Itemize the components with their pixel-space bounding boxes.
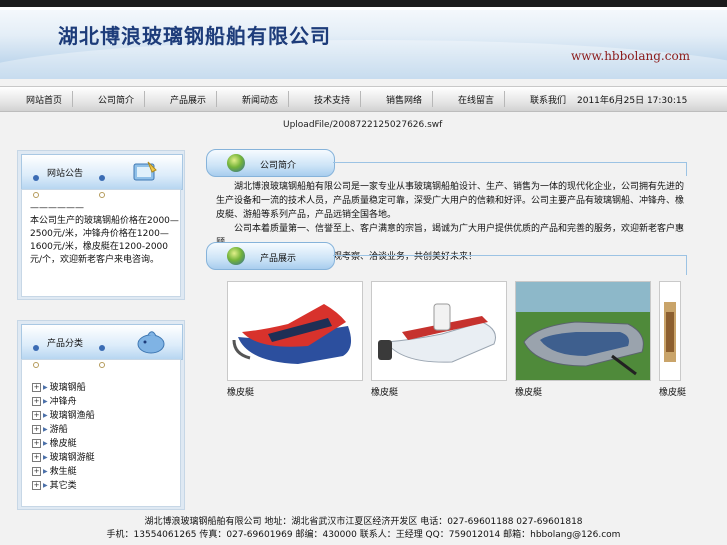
intro-header: 公司简介 (206, 149, 335, 177)
category-item[interactable]: + ▶ 游船 (32, 422, 68, 435)
intro-header-line (333, 162, 686, 163)
notice-box: 网站公告 —————— 本公司生产的玻璃钢船价格在2000—2500元/米，冲锋… (17, 150, 185, 300)
product-name[interactable]: 橡皮艇 (227, 385, 254, 398)
products-title: 产品展示 (260, 254, 297, 264)
category-knob-right (99, 345, 105, 351)
category-box-title: 产品分类 (47, 339, 84, 349)
banner-top-line (0, 0, 727, 7)
category-ring-left (33, 362, 39, 368)
nav-separator (432, 91, 433, 107)
nav-separator (288, 91, 289, 107)
arrow-icon: ▶ (43, 454, 48, 461)
notice-box-header: 网站公告 (21, 154, 183, 190)
category-box-header: 产品分类 (21, 324, 183, 360)
expand-icon[interactable]: + (32, 467, 41, 476)
nav-separator (504, 91, 505, 107)
category-item[interactable]: + ▶ 玻璃钢渔船 (32, 408, 95, 421)
product-name[interactable]: 橡皮艇 (659, 385, 686, 398)
expand-icon[interactable]: + (32, 383, 41, 392)
arrow-icon: ▶ (43, 426, 48, 433)
product-photo (228, 282, 362, 380)
dolphin-icon (137, 331, 165, 354)
category-item[interactable]: + ▶ 救生艇 (32, 464, 77, 477)
notice-ring-right (99, 192, 105, 198)
product-photo (660, 282, 680, 380)
arrow-icon: ▶ (43, 384, 48, 391)
products-header-line (333, 255, 686, 256)
footer: 湖北博浪玻璃钢船舶有限公司 地址：湖北省武汉市江夏区经济开发区 电话：027-6… (0, 516, 727, 542)
nav-separator (72, 91, 73, 107)
expand-icon[interactable]: + (32, 481, 41, 490)
current-datetime: 2011年6月25日 17:30:15 (577, 96, 688, 106)
nav-item-products[interactable]: 产品展示 (170, 93, 206, 106)
intro-paragraph: 湖北博浪玻璃钢船舶有限公司是一家专业从事玻璃钢船舶设计、生产、销售为一体的现代化… (216, 182, 685, 220)
product-name[interactable]: 橡皮艇 (371, 385, 398, 398)
notice-ring-left (33, 192, 39, 198)
category-box: 产品分类 + ▶ 玻璃钢船 + ▶ 冲锋舟 + ▶ 玻璃钢渔船 + ▶ 游船 + ▶ 橡皮艇 + ▶ 玻… (17, 320, 185, 510)
banner-top-line-light (0, 7, 727, 10)
nav-separator (144, 91, 145, 107)
expand-icon[interactable]: + (32, 397, 41, 406)
notice-box-title: 网站公告 (47, 169, 84, 179)
notice-text: —————— 本公司生产的玻璃钢船价格在2000—2500元/米，冲锋舟价格在1… (30, 203, 179, 265)
product-image[interactable] (371, 281, 507, 381)
category-item[interactable]: + ▶ 橡皮艇 (32, 436, 77, 449)
arrow-icon: ▶ (43, 412, 48, 419)
notice-knob-left (33, 175, 39, 181)
category-ring-right (99, 362, 105, 368)
category-body: + ▶ 玻璃钢船 + ▶ 冲锋舟 + ▶ 玻璃钢渔船 + ▶ 游船 + ▶ 橡皮艇 + ▶ 玻璃钢游艇 … (21, 359, 181, 507)
nav-item-contact[interactable]: 联系我们 (530, 93, 566, 106)
main-nav: 网站首页 公司简介 产品展示 新闻动态 技术支持 销售网络 在线留言 联系我们 … (0, 86, 727, 112)
arrow-icon: ▶ (43, 468, 48, 475)
flash-path-text: UploadFile/2008722125027626.swf (283, 120, 443, 130)
header-banner: 湖北博浪玻璃钢船舶有限公司 www.hbbolang.com (0, 0, 727, 79)
globe-icon (227, 154, 245, 172)
product-image[interactable] (515, 281, 651, 381)
nav-separator (216, 91, 217, 107)
intro-header-edge (686, 162, 687, 176)
product-name[interactable]: 橡皮艇 (515, 385, 542, 398)
nav-item-about[interactable]: 公司简介 (98, 93, 134, 106)
arrow-icon: ▶ (43, 482, 48, 489)
products-header: 产品展示 (206, 242, 335, 270)
category-item[interactable]: + ▶ 冲锋舟 (32, 394, 77, 407)
notice-body: —————— 本公司生产的玻璃钢船价格在2000—2500元/米，冲锋舟价格在1… (21, 189, 181, 297)
nav-separator (360, 91, 361, 107)
category-item[interactable]: + ▶ 玻璃钢船 (32, 380, 86, 393)
product-photo (372, 282, 506, 380)
product-photo (516, 282, 650, 380)
intro-title: 公司简介 (260, 161, 297, 171)
globe-icon (227, 247, 245, 265)
products-header-edge (686, 255, 687, 275)
footer-contact: 手机：13554061265 传真：027-69601969 邮编：430000… (106, 530, 621, 540)
notice-icon (133, 161, 157, 181)
category-item[interactable]: + ▶ 玻璃钢游艇 (32, 450, 95, 463)
company-name: 湖北博浪玻璃钢船舶有限公司 (58, 24, 331, 48)
nav-item-news[interactable]: 新闻动态 (242, 93, 278, 106)
nav-item-message[interactable]: 在线留言 (458, 93, 494, 106)
expand-icon[interactable]: + (32, 439, 41, 448)
category-knob-left (33, 345, 39, 351)
expand-icon[interactable]: + (32, 453, 41, 462)
nav-item-network[interactable]: 销售网络 (386, 93, 422, 106)
nav-item-support[interactable]: 技术支持 (314, 93, 350, 106)
arrow-icon: ▶ (43, 440, 48, 447)
arrow-icon: ▶ (43, 398, 48, 405)
site-url[interactable]: www.hbbolang.com (571, 49, 690, 63)
expand-icon[interactable]: + (32, 411, 41, 420)
expand-icon[interactable]: + (32, 425, 41, 434)
footer-address: 湖北博浪玻璃钢船舶有限公司 地址：湖北省武汉市江夏区经济开发区 电话：027-6… (144, 517, 583, 527)
nav-item-home[interactable]: 网站首页 (26, 93, 62, 106)
category-item[interactable]: + ▶ 其它类 (32, 478, 77, 491)
notice-knob-right (99, 175, 105, 181)
product-image[interactable] (227, 281, 363, 381)
product-image[interactable] (659, 281, 681, 381)
